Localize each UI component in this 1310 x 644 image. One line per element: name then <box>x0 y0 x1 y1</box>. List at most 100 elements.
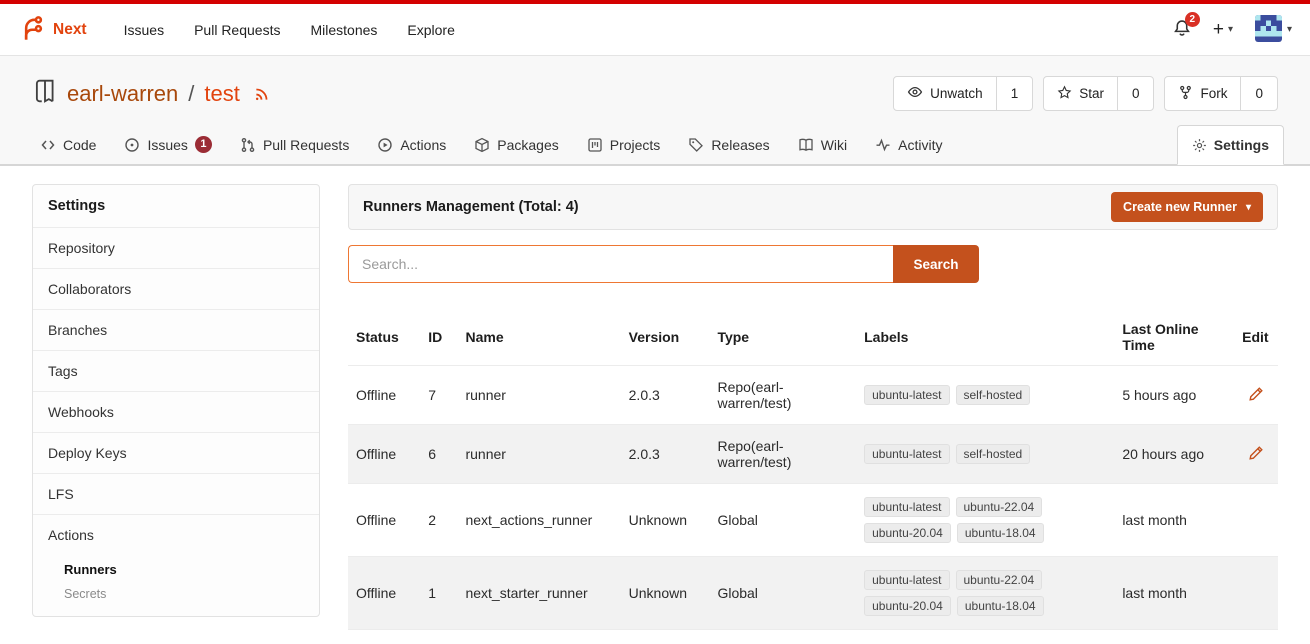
fork-button-group: Fork 0 <box>1164 76 1278 111</box>
runner-id: 6 <box>420 425 457 484</box>
tab-packages[interactable]: Packages <box>460 126 572 164</box>
plus-icon: + <box>1213 20 1224 39</box>
forgejo-logo-home-link[interactable]: Next <box>18 14 87 45</box>
code-icon <box>40 137 56 153</box>
tab-code[interactable]: Code <box>26 126 110 164</box>
tab-releases[interactable]: Releases <box>674 126 783 164</box>
runner-label-badge: ubuntu-18.04 <box>957 596 1044 616</box>
runner-name: next_actions_runner <box>457 484 620 557</box>
tab-label: Actions <box>400 137 446 153</box>
forks-count[interactable]: 0 <box>1240 77 1277 110</box>
tab-label: Code <box>63 137 96 153</box>
runner-version: 2.0.3 <box>621 425 710 484</box>
watchers-count[interactable]: 1 <box>996 77 1033 110</box>
runners-table-body: Offline 7 runner 2.0.3 Repo(earl-warren/… <box>348 366 1278 630</box>
sidebar-item-webhooks[interactable]: Webhooks <box>33 391 319 432</box>
runners-table: Status ID Name Version Type Labels Last … <box>348 309 1278 630</box>
sidebar-item-runners[interactable]: Runners <box>33 557 319 582</box>
repo-name-link[interactable]: test <box>204 81 239 107</box>
star-button[interactable]: Star <box>1044 77 1117 110</box>
tab-label: Projects <box>610 137 661 153</box>
sidebar-item-actions[interactable]: Actions <box>33 514 319 555</box>
edit-runner-button[interactable] <box>1248 445 1264 461</box>
sidebar-item-collaborators[interactable]: Collaborators <box>33 268 319 309</box>
tab-label: Releases <box>711 137 769 153</box>
create-runner-label: Create new Runner <box>1123 200 1237 214</box>
pulse-icon <box>875 137 891 153</box>
col-header-type: Type <box>709 309 856 366</box>
tab-settings[interactable]: Settings <box>1177 125 1284 165</box>
panel-title: Runners Management (Total: 4) <box>363 199 579 215</box>
panel-header: Runners Management (Total: 4) Create new… <box>348 184 1278 230</box>
nav-item-issues[interactable]: Issues <box>109 14 179 46</box>
nav-item-pull-requests[interactable]: Pull Requests <box>179 14 295 46</box>
runner-labels: ubuntu-latestubuntu-22.04ubuntu-20.04ubu… <box>864 497 1074 543</box>
fork-button[interactable]: Fork <box>1165 77 1240 110</box>
rss-feed-icon[interactable] <box>253 85 271 103</box>
sidebar-item-deploy-keys[interactable]: Deploy Keys <box>33 432 319 473</box>
runner-label-badge: ubuntu-22.04 <box>956 570 1043 590</box>
user-menu-button[interactable]: ▾ <box>1255 15 1292 45</box>
tab-label: Pull Requests <box>263 137 349 153</box>
runner-label-badge: ubuntu-latest <box>864 570 949 590</box>
sidebar-item-secrets[interactable]: Secrets <box>33 582 319 606</box>
runner-version: Unknown <box>621 484 710 557</box>
runner-status: Offline <box>348 557 420 630</box>
tab-issues[interactable]: Issues 1 <box>110 125 225 164</box>
search-input[interactable] <box>348 245 893 283</box>
repo-separator: / <box>188 81 194 107</box>
tab-pull-requests[interactable]: Pull Requests <box>226 126 363 164</box>
main-content: Settings Repository Collaborators Branch… <box>0 166 1310 644</box>
runner-edit-cell <box>1234 425 1278 484</box>
issues-count-badge: 1 <box>195 136 212 153</box>
forgejo-logo-icon <box>18 14 46 45</box>
book-icon <box>798 137 814 153</box>
sidebar-item-branches[interactable]: Branches <box>33 309 319 350</box>
repo-header: earl-warren / test U <box>0 56 1310 166</box>
package-icon <box>474 137 490 153</box>
tab-activity[interactable]: Activity <box>861 126 956 164</box>
runner-type: Repo(earl-warren/test) <box>709 366 856 425</box>
create-new-menu-button[interactable]: + ▾ <box>1213 20 1233 39</box>
runner-labels: ubuntu-latest self-hosted <box>864 385 1074 405</box>
runner-edit-cell <box>1234 484 1278 557</box>
project-board-icon <box>587 137 603 153</box>
notifications-button[interactable]: 2 <box>1173 19 1191 40</box>
sidebar-actions-submenu: Runners Secrets <box>33 555 319 616</box>
runner-name: next_starter_runner <box>457 557 620 630</box>
unwatch-button[interactable]: Unwatch <box>894 77 996 110</box>
runners-panel: Runners Management (Total: 4) Create new… <box>348 184 1278 630</box>
gear-icon <box>1192 138 1207 153</box>
runner-row: Offline 6 runner 2.0.3 Repo(earl-warren/… <box>348 425 1278 484</box>
runner-name: runner <box>457 366 620 425</box>
sidebar-item-tags[interactable]: Tags <box>33 350 319 391</box>
runner-id: 1 <box>420 557 457 630</box>
runner-label-badge: ubuntu-20.04 <box>864 523 951 543</box>
avatar <box>1255 15 1282 45</box>
tab-wiki[interactable]: Wiki <box>784 126 861 164</box>
runner-labels: ubuntu-latestself-hosted <box>864 444 1074 464</box>
runner-label-badge: ubuntu-latest <box>864 444 949 464</box>
tab-actions[interactable]: Actions <box>363 126 460 164</box>
sidebar-item-lfs[interactable]: LFS <box>33 473 319 514</box>
repo-action-buttons: Unwatch 1 Star 0 <box>893 76 1278 111</box>
runner-label-badge: ubuntu-latest <box>864 385 949 405</box>
tab-projects[interactable]: Projects <box>573 126 675 164</box>
nav-item-milestones[interactable]: Milestones <box>295 14 392 46</box>
runner-label-badge: self-hosted <box>956 385 1031 405</box>
repo-owner-link[interactable]: earl-warren <box>67 81 178 107</box>
repo-icon <box>32 78 58 110</box>
pull-request-icon <box>240 137 256 153</box>
star-icon <box>1057 85 1072 103</box>
tab-label: Packages <box>497 137 558 153</box>
create-runner-button[interactable]: Create new Runner ▾ <box>1111 192 1263 222</box>
search-button[interactable]: Search <box>893 245 979 283</box>
nav-item-explore[interactable]: Explore <box>392 14 469 46</box>
fork-label: Fork <box>1200 86 1227 101</box>
edit-runner-button[interactable] <box>1248 386 1264 402</box>
runner-label-badge: ubuntu-20.04 <box>864 596 951 616</box>
sidebar-item-repository[interactable]: Repository <box>33 227 319 268</box>
runner-type: Global <box>709 484 856 557</box>
stars-count[interactable]: 0 <box>1117 77 1154 110</box>
runner-type: Repo(earl-warren/test) <box>709 425 856 484</box>
